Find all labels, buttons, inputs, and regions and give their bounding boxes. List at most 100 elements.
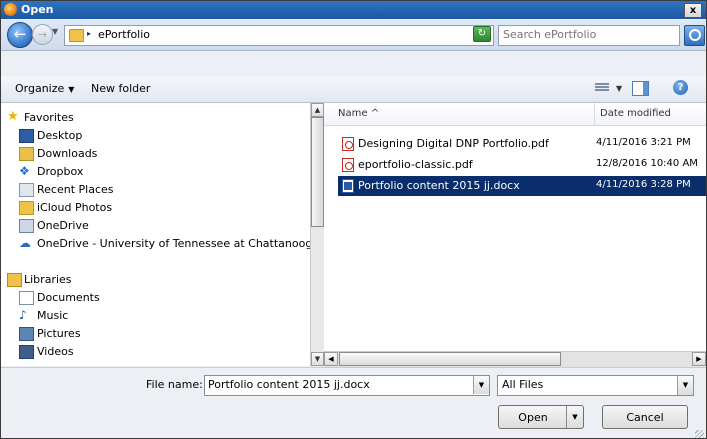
search-input[interactable]	[503, 27, 673, 42]
downloads-icon	[19, 147, 34, 161]
dialog-footer: File name: ▼ All Files ▼ Open ▼ Cancel	[1, 367, 706, 438]
onedrive-icon	[19, 219, 34, 233]
change-view-icon[interactable]	[595, 82, 609, 94]
recent-locations-dropdown[interactable]: ▼	[52, 27, 58, 36]
nav-label: OneDrive - University of Tennessee at Ch…	[37, 237, 310, 250]
file-list: Name ^ Date modified Designing Digital D…	[324, 103, 706, 366]
nav-label: Libraries	[24, 273, 72, 286]
file-list-horizontal-scrollbar[interactable]: ◀ ▶	[324, 351, 706, 367]
scroll-right-icon[interactable]: ▶	[692, 352, 706, 366]
file-name-dropdown-icon[interactable]: ▼	[473, 376, 489, 394]
file-name-input[interactable]	[208, 377, 468, 392]
nav-item-onedrive[interactable]: OneDrive	[1, 218, 310, 234]
dropbox-icon: ❖	[19, 164, 30, 178]
folder-icon	[69, 29, 84, 42]
scroll-left-icon[interactable]: ◀	[324, 352, 338, 366]
nav-item-videos[interactable]: Videos	[1, 344, 310, 360]
scroll-down-icon[interactable]: ▼	[311, 352, 324, 366]
pdf-icon	[342, 137, 354, 151]
help-icon[interactable]: ?	[673, 80, 688, 95]
back-button[interactable]: ←	[7, 22, 33, 48]
nav-item-pictures[interactable]: Pictures	[1, 326, 310, 342]
recent-places-icon	[19, 183, 34, 197]
sort-indicator-icon: ^	[370, 108, 380, 119]
address-bar[interactable]: ▸ ePortfolio ▼	[64, 25, 526, 46]
command-bar: Organize ▼ New folder ▼ ?	[1, 76, 706, 103]
file-row[interactable]: Designing Digital DNP Portfolio.pdf 4/11…	[338, 134, 706, 154]
scrollbar-thumb[interactable]	[339, 352, 561, 366]
chevron-down-icon[interactable]: ▼	[677, 376, 693, 395]
star-icon: ★	[7, 109, 19, 124]
nav-item-downloads[interactable]: Downloads	[1, 146, 310, 162]
title-bar[interactable]: Open x	[1, 1, 706, 19]
column-name[interactable]: Name ^	[338, 108, 379, 119]
file-name: Designing Digital DNP Portfolio.pdf	[358, 137, 549, 150]
pictures-icon	[19, 327, 34, 341]
docx-icon	[342, 179, 354, 193]
close-button[interactable]: x	[684, 3, 702, 18]
nav-label: Favorites	[24, 111, 74, 124]
preview-pane-icon[interactable]	[632, 81, 649, 96]
nav-item-dropbox[interactable]: ❖ Dropbox	[1, 164, 310, 180]
nav-item-recent-places[interactable]: Recent Places	[1, 182, 310, 198]
column-divider[interactable]	[594, 103, 595, 125]
column-date-modified[interactable]: Date modified	[600, 108, 671, 119]
address-row: ← → ▼ ▸ ePortfolio ▼ ↻	[1, 20, 706, 51]
documents-icon	[19, 291, 34, 305]
pdf-icon	[342, 158, 354, 172]
scrollbar-thumb[interactable]	[311, 117, 324, 227]
file-date: 4/11/2016 3:21 PM	[596, 137, 691, 148]
libraries-icon	[7, 273, 22, 287]
videos-icon	[19, 345, 34, 359]
search-box[interactable]	[498, 25, 680, 46]
search-button[interactable]	[684, 25, 705, 46]
nav-item-music[interactable]: ♪ Music	[1, 308, 310, 324]
nav-label: Music	[37, 309, 69, 322]
navigation-pane: ★ Favorites Desktop Downloads ❖ Dropbox …	[1, 103, 310, 366]
nav-scrollbar[interactable]: ▲ ▼	[310, 103, 324, 366]
view-options-dropdown[interactable]: ▼	[616, 84, 622, 93]
file-row-selected[interactable]: Portfolio content 2015 jj.docx 4/11/2016…	[338, 176, 706, 196]
forward-button[interactable]: →	[32, 24, 53, 45]
file-date: 4/11/2016 3:28 PM	[596, 179, 691, 190]
nav-item-icloud-photos[interactable]: iCloud Photos	[1, 200, 310, 216]
cancel-button[interactable]: Cancel	[602, 405, 688, 429]
cloud-icon: ☁	[19, 236, 31, 250]
breadcrumb-separator[interactable]: ▸	[87, 29, 91, 38]
resize-grip-icon[interactable]	[695, 430, 704, 438]
chevron-down-icon: ▼	[68, 85, 75, 94]
file-type-select[interactable]: All Files ▼	[497, 375, 694, 396]
file-row[interactable]: eportfolio-classic.pdf 12/8/2016 10:40 A…	[338, 155, 706, 175]
file-name: Portfolio content 2015 jj.docx	[358, 179, 520, 192]
nav-label: OneDrive	[37, 219, 89, 232]
file-name-combobox[interactable]: ▼	[204, 375, 490, 396]
nav-label: Pictures	[37, 327, 81, 340]
nav-item-onedrive-utc[interactable]: ☁ OneDrive - University of Tennessee at …	[1, 236, 310, 252]
nav-item-desktop[interactable]: Desktop	[1, 128, 310, 144]
open-label: Open	[518, 411, 548, 424]
nav-item-documents[interactable]: Documents	[1, 290, 310, 306]
new-folder-button[interactable]: New folder	[91, 82, 150, 95]
file-date: 12/8/2016 10:40 AM	[596, 158, 698, 169]
nav-label: Desktop	[37, 129, 83, 142]
column-header: Name ^ Date modified	[324, 103, 706, 126]
organize-button[interactable]: Organize ▼	[15, 82, 74, 95]
nav-label: Documents	[37, 291, 100, 304]
breadcrumb-eportfolio[interactable]: ePortfolio	[98, 28, 150, 41]
music-icon: ♪	[19, 308, 27, 322]
open-options-dropdown[interactable]: ▼	[566, 406, 583, 428]
open-dialog: Open x ← → ▼ ▸ ePortfolio ▼ ↻ Organize▼ …	[0, 0, 707, 439]
nav-label: Downloads	[37, 147, 98, 160]
open-button[interactable]: Open ▼	[498, 405, 584, 429]
scroll-up-icon[interactable]: ▲	[311, 103, 324, 117]
nav-label: Dropbox	[37, 165, 84, 178]
nav-item-favorites[interactable]: ★ Favorites	[1, 109, 310, 126]
desktop-icon	[19, 129, 34, 143]
nav-item-libraries[interactable]: Libraries	[1, 272, 310, 288]
app-icon	[4, 3, 17, 16]
refresh-button[interactable]: ↻	[473, 26, 491, 42]
file-type-value: All Files	[502, 378, 544, 391]
organize-label: Organize	[15, 82, 65, 95]
folder-icon	[19, 201, 34, 215]
file-name: eportfolio-classic.pdf	[358, 158, 473, 171]
